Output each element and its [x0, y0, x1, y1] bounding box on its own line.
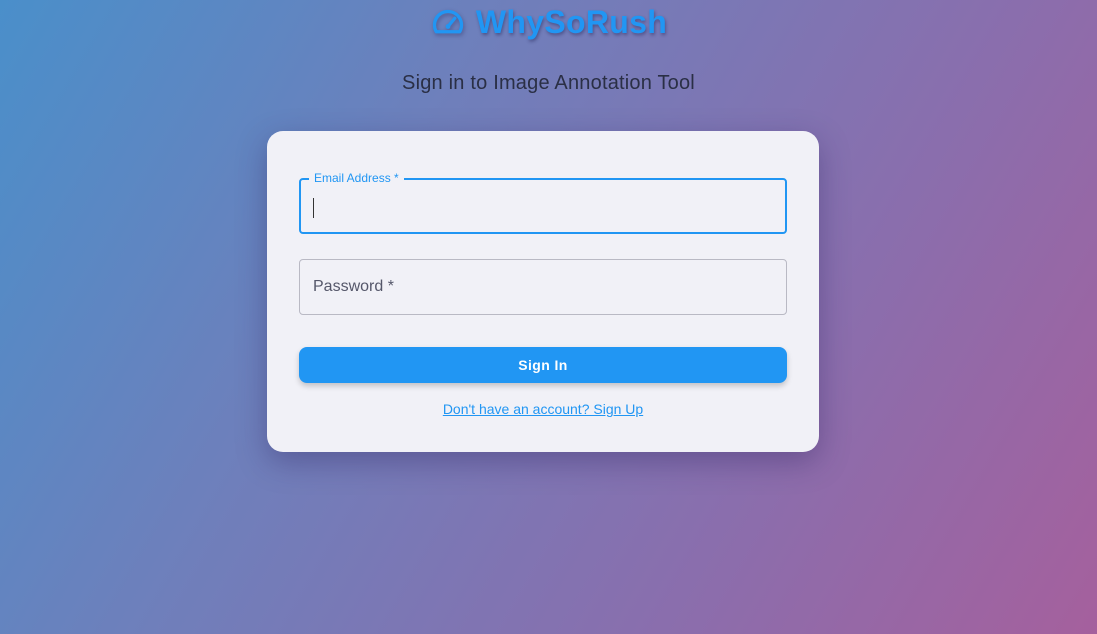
password-field-label: Password *	[313, 278, 394, 295]
brand-header: WhySoRush	[0, 2, 1097, 42]
password-field[interactable]: Password *	[299, 259, 787, 315]
email-field-label: Email Address *	[309, 171, 404, 185]
text-caret	[313, 198, 314, 218]
sign-in-button[interactable]: Sign In	[299, 347, 787, 383]
speedometer-icon	[432, 9, 464, 34]
email-field[interactable]: Email Address *	[299, 171, 787, 234]
brand-name: WhySoRush	[475, 3, 668, 40]
sign-in-card: Email Address * Password * Sign In Don't…	[267, 131, 819, 452]
sign-up-link[interactable]: Don't have an account? Sign Up	[267, 401, 819, 417]
page-subtitle: Sign in to Image Annotation Tool	[402, 72, 695, 94]
